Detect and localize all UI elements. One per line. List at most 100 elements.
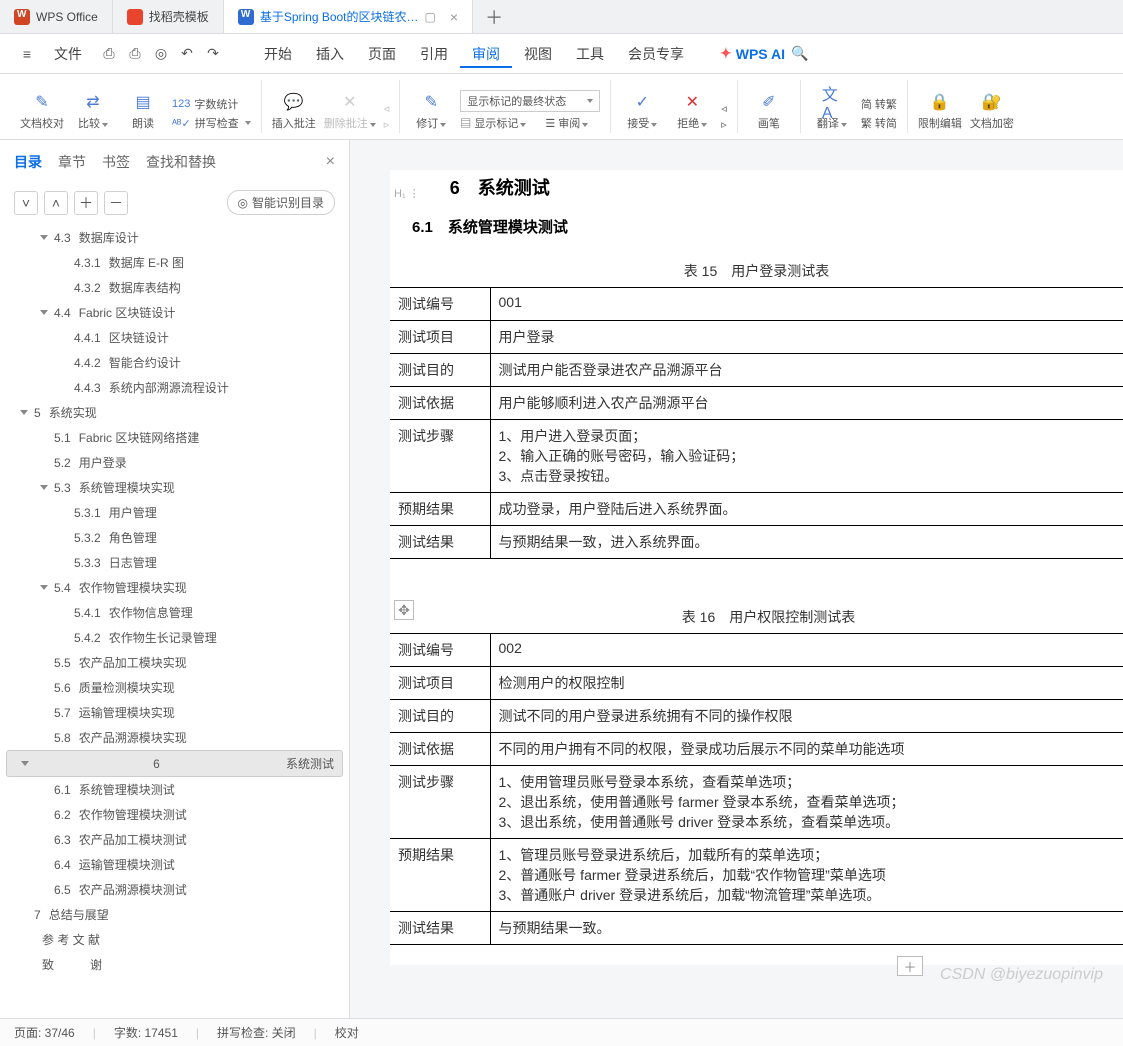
wps-icon — [14, 9, 30, 25]
tab-toc[interactable]: 目录 — [14, 152, 42, 172]
menu-插入[interactable]: 插入 — [304, 42, 356, 66]
doc-proof-button[interactable]: ✎文档校对 — [20, 92, 64, 131]
toc-item[interactable]: 6.4运输管理模块测试 — [6, 852, 343, 877]
toc-item[interactable]: 4.3.2数据库表结构 — [6, 275, 343, 300]
encrypt-doc-button[interactable]: 🔐文档加密 — [970, 92, 1014, 131]
redo-icon[interactable]: ↷ — [202, 43, 224, 65]
menu-会员专享[interactable]: 会员专享 — [616, 42, 696, 66]
show-markup-button[interactable]: ▤ 显示标记 — [460, 115, 526, 131]
add-tab-button[interactable]: ＋ — [473, 0, 515, 33]
pen-button[interactable]: ✐画笔 — [748, 92, 790, 131]
close-icon[interactable]: × — [450, 9, 458, 25]
table-16: 测试编号002测试项目检测用户的权限控制测试目的测试不同的用户登录进系统拥有不同… — [390, 633, 1123, 945]
remove-outline-button[interactable]: － — [104, 191, 128, 215]
tab-chapter[interactable]: 章节 — [58, 152, 86, 172]
compare-button[interactable]: ⇄比较 — [72, 92, 114, 131]
undo-icon[interactable]: ↶ — [176, 43, 198, 65]
chevron-down-icon — [20, 410, 28, 415]
menu-开始[interactable]: 开始 — [252, 42, 304, 66]
table-15: 测试编号001测试项目用户登录测试目的测试用户能否登录进农产品溯源平台测试依据用… — [390, 287, 1123, 559]
toc-item[interactable]: 5.4农作物管理模块实现 — [6, 575, 343, 600]
read-aloud-button[interactable]: ▤朗读 — [122, 92, 164, 131]
review-pane-button[interactable]: ☰ 审阅 — [545, 115, 588, 131]
toc-item[interactable]: 4.3.1数据库 E-R 图 — [6, 250, 343, 275]
print-icon[interactable]: ⎙ — [124, 43, 146, 65]
toc-item[interactable]: 5.4.2农作物生长记录管理 — [6, 625, 343, 650]
status-words[interactable]: 字数: 17451 — [114, 1024, 178, 1041]
toc-item[interactable]: 5.8农产品溯源模块实现 — [6, 725, 343, 750]
toc-item[interactable]: 6.3农产品加工模块测试 — [6, 827, 343, 852]
menu-视图[interactable]: 视图 — [512, 42, 564, 66]
toc-item[interactable]: 4.4Fabric 区块链设计 — [6, 300, 343, 325]
toc-item[interactable]: 5.1Fabric 区块链网络搭建 — [6, 425, 343, 450]
toc-item[interactable]: 5.5农产品加工模块实现 — [6, 650, 343, 675]
status-spell[interactable]: 拼写检查: 关闭 — [217, 1024, 296, 1041]
menu-页面[interactable]: 页面 — [356, 42, 408, 66]
document-view[interactable]: H₁ ⋮6 系统测试 6.1 系统管理模块测试 表 15 用户登录测试表 测试编… — [350, 140, 1123, 1018]
watermark: CSDN @biyezuopinvip — [940, 966, 1103, 984]
toc-item[interactable]: 5.3系统管理模块实现 — [6, 475, 343, 500]
toc-item[interactable]: 参 考 文 献 — [6, 927, 343, 952]
restrict-edit-button[interactable]: 🔒限制编辑 — [918, 92, 962, 131]
prev-change-icon[interactable]: ◃ — [721, 102, 727, 115]
toc-item[interactable]: 6系统测试 — [6, 750, 343, 777]
tab-bookmark[interactable]: 书签 — [102, 152, 130, 172]
menu-审阅[interactable]: 审阅 — [460, 42, 512, 68]
menu-引用[interactable]: 引用 — [408, 42, 460, 66]
menu-工具[interactable]: 工具 — [564, 42, 616, 66]
toc-item[interactable]: 5.2用户登录 — [6, 450, 343, 475]
close-sidebar-icon[interactable]: × — [326, 153, 335, 171]
trad-to-simp-button[interactable]: 繁 转简 — [861, 115, 897, 131]
toc-item[interactable]: 4.4.3系统内部溯源流程设计 — [6, 375, 343, 400]
smart-toc-button[interactable]: ◎智能识别目录 — [227, 190, 336, 215]
toc-item[interactable]: 5.3.2角色管理 — [6, 525, 343, 550]
menu-icon[interactable]: ≡ — [16, 43, 38, 65]
save-icon[interactable]: ⎙ — [98, 43, 120, 65]
spell-check-button[interactable]: ᴬᴮ✓ 拼写检查 — [172, 115, 251, 131]
expand-button[interactable]: ˄ — [44, 191, 68, 215]
menu-file[interactable]: 文件 — [42, 40, 94, 68]
add-outline-button[interactable]: ＋ — [74, 191, 98, 215]
toc-item[interactable]: 7总结与展望 — [6, 902, 343, 927]
toc-item[interactable]: 5.3.3日志管理 — [6, 550, 343, 575]
toc-item[interactable]: 4.4.2智能合约设计 — [6, 350, 343, 375]
toc-item[interactable]: 6.2农作物管理模块测试 — [6, 802, 343, 827]
next-change-icon[interactable]: ▹ — [721, 118, 727, 131]
search-icon[interactable]: 🔍 — [789, 43, 811, 65]
toc-item[interactable]: 5系统实现 — [6, 400, 343, 425]
menu-bar: ≡ 文件 ⎙ ⎙ ◎ ↶ ↷ 开始插入页面引用审阅视图工具会员专享 ✦WPS A… — [0, 34, 1123, 74]
tab-docer[interactable]: 找稻壳模板 — [113, 0, 224, 33]
simp-to-trad-button[interactable]: 简 转繁 — [861, 96, 897, 112]
toc-item[interactable]: 5.7运输管理模块实现 — [6, 700, 343, 725]
next-comment-icon[interactable]: ▹ — [384, 118, 390, 131]
add-page-button[interactable]: ＋ — [897, 956, 923, 976]
wps-ai-button[interactable]: ✦WPS AI — [720, 45, 785, 62]
table-move-handle[interactable]: ✥ — [394, 600, 414, 620]
tab-find-replace[interactable]: 查找和替换 — [146, 152, 216, 172]
word-count-button[interactable]: 123 字数统计 — [172, 96, 251, 112]
accept-button[interactable]: ✓接受 — [621, 92, 663, 131]
ribbon: ✎文档校对 ⇄比较 ▤朗读 123 字数统计 ᴬᴮ✓ 拼写检查 💬插入批注 ✕删… — [0, 74, 1123, 140]
display-state-select[interactable]: 显示标记的最终状态 — [460, 90, 600, 112]
tab-document[interactable]: 基于Spring Boot的区块链农…▢× — [224, 0, 473, 33]
tab-split-icon[interactable]: ▢ — [425, 10, 436, 24]
toc-item[interactable]: 5.6质量检测模块实现 — [6, 675, 343, 700]
reject-button[interactable]: ✕拒绝 — [671, 92, 713, 131]
prev-comment-icon[interactable]: ◃ — [384, 102, 390, 115]
toc-item[interactable]: 致 谢 — [6, 952, 343, 977]
insert-comment-button[interactable]: 💬插入批注 — [272, 92, 316, 131]
toc-item[interactable]: 5.3.1用户管理 — [6, 500, 343, 525]
preview-icon[interactable]: ◎ — [150, 43, 172, 65]
toc-item[interactable]: 5.4.1农作物信息管理 — [6, 600, 343, 625]
status-page[interactable]: 页面: 37/46 — [14, 1024, 75, 1041]
toc-item[interactable]: 6.1系统管理模块测试 — [6, 777, 343, 802]
toc-item[interactable]: 4.4.1区块链设计 — [6, 325, 343, 350]
toc-item[interactable]: 4.3数据库设计 — [6, 225, 343, 250]
translate-button[interactable]: 文A翻译 — [811, 92, 853, 131]
status-proof[interactable]: 校对 — [335, 1024, 359, 1041]
tab-wps-office[interactable]: WPS Office — [0, 0, 113, 33]
collapse-button[interactable]: ˅ — [14, 191, 38, 215]
track-changes-button[interactable]: ✎修订 — [410, 92, 452, 131]
chevron-down-icon — [40, 585, 48, 590]
toc-item[interactable]: 6.5农产品溯源模块测试 — [6, 877, 343, 902]
